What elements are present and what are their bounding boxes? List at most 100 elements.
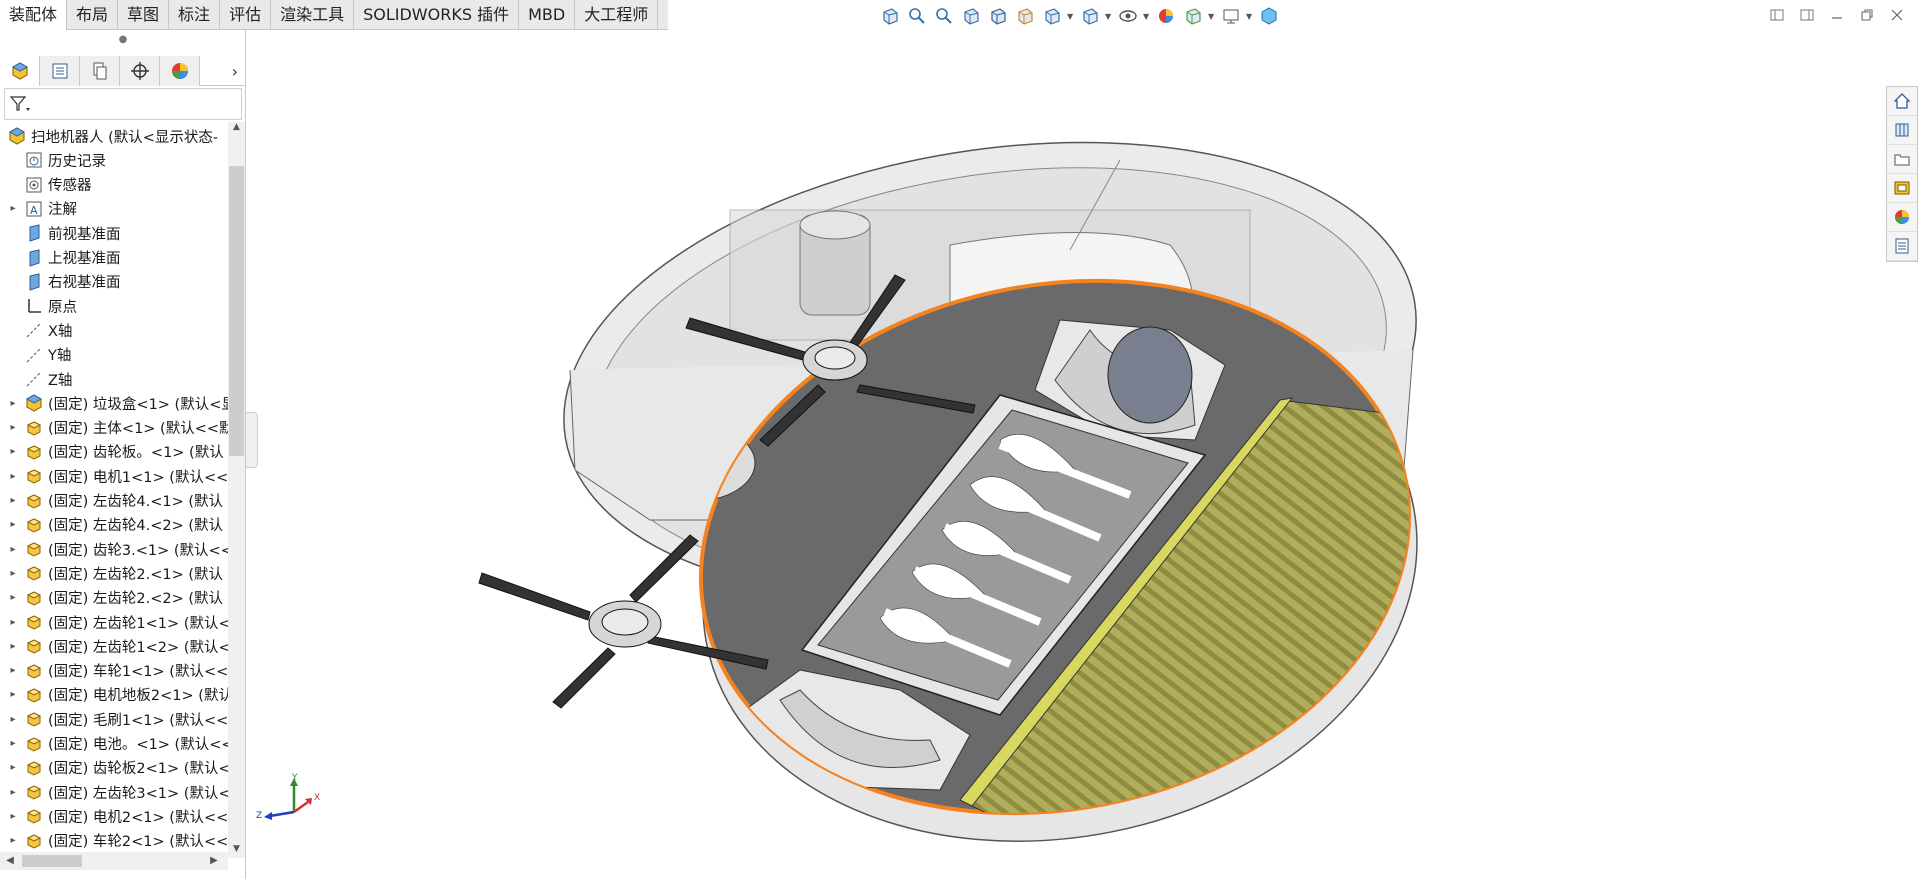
robot-vacuum-model[interactable]	[247, 30, 1883, 879]
tab-1[interactable]: 布局	[67, 0, 119, 30]
expand-arrow-icon[interactable]: ▸	[7, 568, 19, 579]
scroll-up-icon[interactable]: ▲	[228, 122, 245, 136]
tree-item[interactable]: ▸ (固定) 毛刷1<1> (默认<<	[0, 707, 228, 731]
dimxpertmanager-tab[interactable]	[120, 56, 160, 86]
tab-2[interactable]: 草图	[118, 0, 170, 30]
expand-arrow-icon[interactable]: ▸	[7, 714, 19, 725]
view-orientation-triad-icon[interactable]	[878, 4, 902, 28]
chevron-down-icon[interactable]: ▼	[1067, 4, 1075, 28]
minimize-icon[interactable]	[1828, 6, 1846, 24]
tree-item[interactable]: X轴	[0, 318, 72, 342]
tree-horizontal-scrollbar[interactable]: ◀ ▶	[0, 852, 228, 870]
tree-item[interactable]: ▸ (固定) 车轮1<1> (默认<<	[0, 659, 228, 683]
expand-arrow-icon[interactable]: ▸	[7, 203, 19, 214]
appearances-icon[interactable]	[1887, 203, 1917, 232]
tree-item[interactable]: ▸ (固定) 左齿轮4.<1> (默认	[0, 489, 223, 513]
expand-arrow-icon[interactable]: ▸	[7, 787, 19, 798]
hide-show-items-icon[interactable]	[1116, 4, 1140, 28]
expand-arrow-icon[interactable]: ▸	[7, 592, 19, 603]
tree-item[interactable]: ▸ (固定) 电机1<1> (默认<<	[0, 464, 228, 488]
view-orientation-icon[interactable]	[1040, 4, 1064, 28]
tree-item[interactable]: 原点	[0, 294, 77, 318]
tree-item[interactable]: ▸ (固定) 主体<1> (默认<<默	[0, 416, 228, 440]
tree-item[interactable]: ▸ (固定) 车轮2<1> (默认<<	[0, 829, 228, 853]
scroll-down-icon[interactable]: ▼	[228, 844, 245, 858]
expand-arrow-icon[interactable]: ▸	[7, 738, 19, 749]
zoom-to-area-icon[interactable]	[932, 4, 956, 28]
graphics-area[interactable]	[247, 30, 1883, 879]
tree-item[interactable]: 前视基准面	[0, 221, 121, 245]
tree-item[interactable]: ▸ (固定) 电机地板2<1> (默认	[0, 683, 228, 707]
tab-4[interactable]: 评估	[220, 0, 272, 30]
chevron-down-icon[interactable]: ▼	[1208, 4, 1216, 28]
tab-0[interactable]: 装配体	[0, 0, 68, 30]
propertymanager-tab[interactable]	[40, 56, 80, 86]
chevron-down-icon[interactable]: ▼	[1105, 4, 1113, 28]
tree-item[interactable]: ▸ (固定) 齿轮板2<1> (默认<	[0, 756, 228, 780]
tab-7[interactable]: MBD	[519, 0, 576, 30]
chevron-down-icon[interactable]: ▼	[1143, 4, 1151, 28]
section-view-icon[interactable]	[986, 4, 1010, 28]
expand-arrow-icon[interactable]: ▸	[7, 398, 19, 409]
tab-3[interactable]: 标注	[169, 0, 221, 30]
tree-item[interactable]: ▸ (固定) 垃圾盒<1> (默认<显	[0, 391, 228, 415]
tree-item[interactable]: 传感器	[0, 173, 92, 197]
home-icon[interactable]	[1887, 87, 1917, 116]
display-pane-icon[interactable]	[1257, 4, 1281, 28]
expand-arrow-icon[interactable]: ▸	[7, 544, 19, 555]
view-settings-icon[interactable]	[1219, 4, 1243, 28]
expand-arrow-icon[interactable]: ▸	[7, 835, 19, 846]
expand-arrow-icon[interactable]: ▸	[7, 665, 19, 676]
expand-arrow-icon[interactable]: ▸	[7, 689, 19, 700]
view-palette-icon[interactable]	[1887, 174, 1917, 203]
edit-appearance-icon[interactable]	[1154, 4, 1178, 28]
tree-item[interactable]: ▸ (固定) 左齿轮4.<2> (默认	[0, 513, 223, 537]
dynamic-annotation-icon[interactable]	[1013, 4, 1037, 28]
tree-item[interactable]: ▸ (固定) 电池。<1> (默认<<	[0, 732, 228, 756]
tab-5[interactable]: 渲染工具	[271, 0, 355, 30]
expand-arrow-icon[interactable]: ▸	[7, 422, 19, 433]
scroll-right-icon[interactable]: ▶	[206, 852, 222, 870]
tree-item[interactable]: ▸ (固定) 左齿轮1<2> (默认<	[0, 634, 228, 658]
scroll-left-icon[interactable]: ◀	[2, 852, 18, 870]
collapse-right-icon[interactable]	[1798, 6, 1816, 24]
tab-6[interactable]: SOLIDWORKS 插件	[354, 0, 520, 30]
tree-item[interactable]: ▸ (固定) 齿轮板。<1> (默认	[0, 440, 224, 464]
tree-item[interactable]: ▸ (固定) 左齿轮3<1> (默认<	[0, 780, 228, 804]
tree-filter[interactable]	[4, 88, 242, 120]
chevron-right-icon[interactable]: ›	[200, 56, 246, 86]
tab-8[interactable]: 大工程师	[575, 0, 659, 30]
tree-item[interactable]: ▸ (固定) 左齿轮1<1> (默认<	[0, 610, 228, 634]
tree-item[interactable]: ▸ (固定) 左齿轮2.<1> (默认	[0, 561, 223, 585]
collapse-left-icon[interactable]	[1768, 6, 1786, 24]
expand-arrow-icon[interactable]: ▸	[7, 617, 19, 628]
featuremanager-tab[interactable]	[0, 56, 40, 86]
tree-item[interactable]: 上视基准面	[0, 246, 121, 270]
scrollbar-thumb[interactable]	[229, 166, 244, 456]
apply-scene-icon[interactable]	[1181, 4, 1205, 28]
tree-item[interactable]: ▸ (固定) 电机2<1> (默认<<	[0, 804, 228, 828]
close-icon[interactable]	[1888, 6, 1906, 24]
displaymanager-tab[interactable]	[160, 56, 200, 86]
expand-arrow-icon[interactable]: ▸	[7, 641, 19, 652]
tree-item[interactable]: 历史记录	[0, 148, 106, 172]
design-library-icon[interactable]	[1887, 116, 1917, 145]
tree-item[interactable]: ▸ (固定) 左齿轮2.<2> (默认	[0, 586, 223, 610]
expand-arrow-icon[interactable]: ▸	[7, 811, 19, 822]
expand-arrow-icon[interactable]: ▸	[7, 519, 19, 530]
tree-item[interactable]: ▸ A 注解	[0, 197, 77, 221]
expand-arrow-icon[interactable]: ▸	[7, 471, 19, 482]
tree-item[interactable]: 扫地机器人 (默认<显示状态-	[0, 124, 218, 148]
tree-item[interactable]: Z轴	[0, 367, 72, 391]
panel-grip[interactable]: ●	[0, 30, 246, 52]
file-explorer-icon[interactable]	[1887, 145, 1917, 174]
tree-item[interactable]: 右视基准面	[0, 270, 121, 294]
expand-arrow-icon[interactable]: ▸	[7, 446, 19, 457]
restore-icon[interactable]	[1858, 6, 1876, 24]
chevron-down-icon[interactable]: ▼	[1246, 4, 1254, 28]
scrollbar-thumb[interactable]	[22, 855, 82, 867]
expand-arrow-icon[interactable]: ▸	[7, 762, 19, 773]
custom-properties-icon[interactable]	[1887, 232, 1917, 261]
display-style-icon[interactable]	[1078, 4, 1102, 28]
configurationmanager-tab[interactable]	[80, 56, 120, 86]
